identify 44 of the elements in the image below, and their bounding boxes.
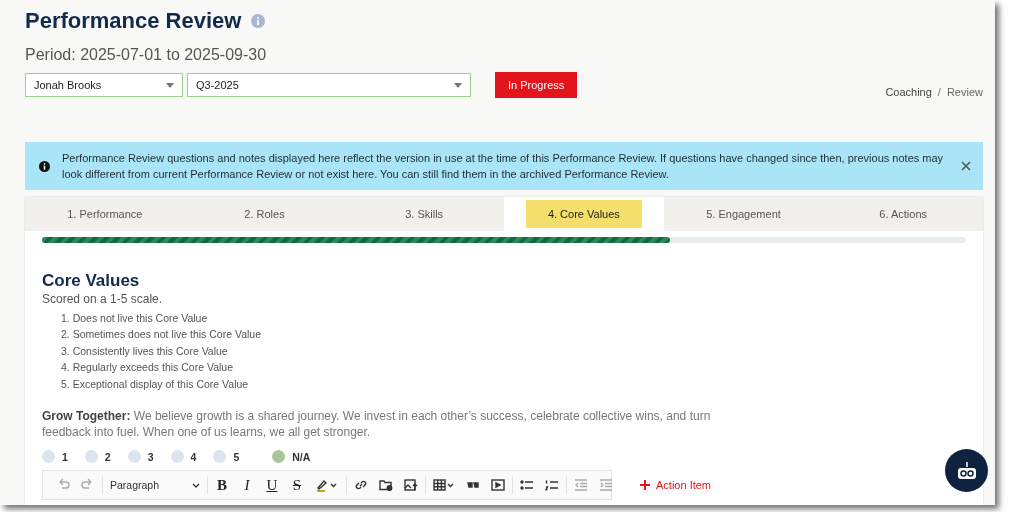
format-button[interactable]: U (265, 476, 279, 494)
plus-icon (640, 480, 650, 491)
select-field[interactable]: Q3-2025 (187, 73, 471, 97)
select-field[interactable]: Jonah Brooks (25, 73, 183, 97)
format-button[interactable]: B (215, 476, 229, 494)
scale-item: 3. Consistently lives this Core Value (61, 343, 229, 359)
page-title: Performance Review (25, 8, 242, 34)
step-tab[interactable]: 5. Engagement (663, 197, 824, 231)
video-icon[interactable] (491, 478, 505, 493)
step-tab[interactable]: 3. Skills (344, 197, 504, 231)
step-tab[interactable]: 1. Performance (25, 197, 185, 231)
format-button[interactable]: I (240, 476, 254, 494)
section-subtitle: Scored on a 1-5 scale. (42, 292, 164, 306)
format-button[interactable]: S (290, 476, 304, 494)
table-icon[interactable] (433, 478, 455, 493)
breadcrumb-separator: / (937, 86, 941, 98)
chevron-icon (192, 482, 200, 488)
scale-item: 4. Regularly exceeds this Core Value (61, 360, 234, 376)
folder-icon[interactable] (379, 478, 393, 493)
scale-item: 5. Exceptional display of this Core Value (61, 376, 250, 392)
alert-message: Performance Review questions and notes displayed here reflect the version in use at the time of this Performance Review. If questions have changed since then, previous notes may look different from current Performance Review or not exist here. You can still find them in the archived Performance Review. (62, 151, 945, 182)
step-tab[interactable]: 2. Roles (184, 197, 345, 231)
block-format-select[interactable]: Paragraph (110, 479, 200, 492)
scale-item: 1. Does not live this Core Value (61, 311, 209, 326)
core-value-description: Grow Together: We believe growth is a shared journey. We invest in each other’s success, celebrate collective wins, and turn feedback into fuel. When one of us learns, we all get stronger. (42, 409, 712, 441)
breadcrumb-link[interactable]: Coaching (885, 86, 932, 98)
robot-icon (955, 461, 978, 480)
breadcrumb-link[interactable]: Review (946, 86, 983, 98)
period-text: Period: 2025-07-01 to 2025-09-30 (25, 46, 268, 64)
step-tab[interactable]: 4. Core Values (504, 197, 664, 231)
status-button[interactable]: In Progress (495, 72, 578, 98)
scale-item: 2. Sometimes does not live this Core Value (61, 327, 262, 343)
caret-icon (166, 82, 174, 88)
highlighter-icon[interactable] (315, 478, 339, 493)
action-item-button[interactable]: Action Item (640, 479, 712, 492)
step-tab[interactable]: 6. Actions (823, 197, 984, 231)
numbered-list-icon[interactable] (545, 478, 559, 493)
caret-icon (454, 82, 462, 88)
section-heading: Core Values (42, 271, 141, 291)
rating-option[interactable]: N/A (272, 450, 311, 464)
close-icon[interactable] (961, 161, 971, 171)
image-upload-icon[interactable] (404, 478, 418, 493)
info-icon (39, 160, 50, 172)
bullet-list-icon[interactable] (520, 478, 534, 493)
